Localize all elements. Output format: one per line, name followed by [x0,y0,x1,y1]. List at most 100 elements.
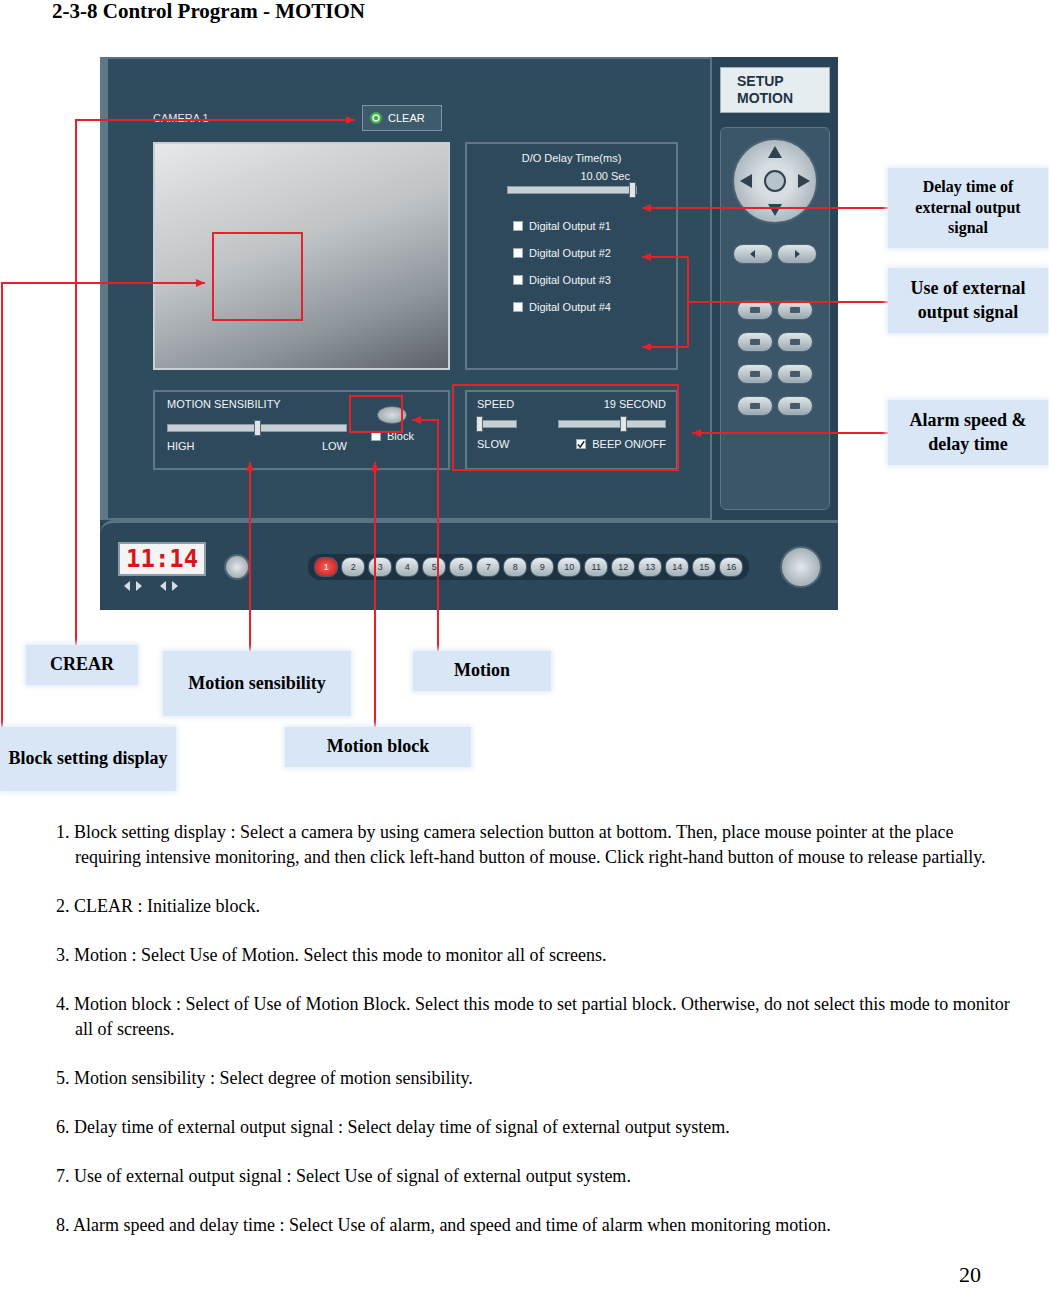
instruction-item: 6. Delay time of external output signal … [56,1115,1021,1140]
callout-label: CREAR [26,645,138,685]
function-icon [748,305,762,315]
function-row [737,364,813,384]
camera-button[interactable]: 13 [638,557,662,577]
slider-thumb[interactable] [629,182,636,198]
camera-view[interactable] [153,142,450,370]
output-checkbox-row[interactable]: Digital Output #3 [513,274,664,286]
output-checkbox[interactable] [513,221,523,231]
camera-button[interactable]: 2 [341,557,365,577]
speed-slider[interactable] [477,420,517,428]
header-row: CAMERA 1CLEAR [153,104,680,132]
instruction-item: 7. Use of external output signal : Selec… [56,1164,1021,1189]
camera-button[interactable]: 1 [314,557,338,577]
function-button[interactable] [777,396,813,416]
control-buttons [720,127,830,510]
instruction-item: 5. Motion sensibility : Select degree of… [56,1066,1021,1091]
speaker-button[interactable] [224,554,250,580]
slider-thumb[interactable] [476,416,483,432]
camera-buttons: 12345678910111213141516 [308,554,749,580]
callout-label: Use of external output signal [888,268,1048,333]
function-button[interactable] [737,396,773,416]
block-checkbox-row[interactable]: Block [371,430,414,442]
delay-title: D/O Delay Time(ms) [522,152,622,164]
bottom-bar: 11:1412345678910111213141516 [100,520,838,610]
camera-button[interactable]: 16 [719,557,743,577]
camera-button[interactable]: 14 [665,557,689,577]
slider-thumb[interactable] [620,416,627,432]
function-icon [748,401,762,411]
output-panel: D/O Delay Time(ms) 10.00 Sec Digital Outpu… [465,142,678,370]
clock: 11:14 [118,542,206,576]
function-icon [788,337,802,347]
output-checkbox[interactable] [513,275,523,285]
callout-label: Motion [413,651,551,691]
alarm-panel: SPEEDSLOW19 SECONDBEEP ON/OFF [465,390,678,470]
instruction-list: 1. Block setting display : Select a came… [56,820,1021,1262]
beep-checkbox-row[interactable]: BEEP ON/OFF [576,438,666,450]
output-checkbox[interactable] [513,248,523,258]
function-icon [748,337,762,347]
function-button[interactable] [737,300,773,320]
left-arrow-icon [748,248,758,260]
function-icon [788,305,802,315]
previous-button[interactable] [733,244,773,264]
function-button[interactable] [737,332,773,352]
page-number: 20 [0,1262,1049,1288]
tick-icon [577,440,585,449]
function-button[interactable] [737,364,773,384]
top-area: CAMERA 1CLEAR D/O Delay Time(ms) 10.00 Sec… [100,57,838,520]
function-button[interactable] [777,364,813,384]
instruction-item: 2. CLEAR : Initialize block. [56,894,1021,919]
block-checkbox[interactable] [371,431,381,441]
right-arrow-icon [792,248,802,260]
camera-button[interactable]: 9 [530,557,554,577]
sensibility-panel: MOTION SENSIBILITY HIGH LOW Block [153,390,450,470]
motion-button[interactable] [377,406,407,424]
side-panel: SETUPMOTION [712,57,838,520]
function-icon [788,401,802,411]
output-checkbox-row[interactable]: Digital Output #1 [513,220,664,232]
function-button[interactable] [777,332,813,352]
direction-pad[interactable] [732,138,818,224]
slider-thumb[interactable] [254,420,261,436]
next-button[interactable] [777,244,817,264]
function-icon [788,369,802,379]
playback-arrows-icon[interactable] [122,580,202,592]
callout-label: Block setting display [0,727,176,791]
camera-label: CAMERA 1 [153,112,362,124]
camera-button[interactable]: 15 [692,557,716,577]
delay-reading: 10.00 Sec [580,170,630,182]
camera-button[interactable]: 5 [422,557,446,577]
camera-button[interactable]: 10 [557,557,581,577]
camera-button[interactable]: 8 [503,557,527,577]
function-row [737,332,813,352]
output-checkbox[interactable] [513,302,523,312]
camera-button[interactable]: 4 [395,557,419,577]
annotated-figure: CAMERA 1CLEAR D/O Delay Time(ms) 10.00 Sec… [0,40,1049,800]
camera-button[interactable]: 12 [611,557,635,577]
power-button[interactable] [780,546,822,588]
navigation-row [733,244,817,264]
callout-label: Alarm speed & delay time [888,400,1048,465]
high-label: HIGH [167,440,195,452]
clear-button[interactable]: CLEAR [362,105,442,131]
camera-button[interactable]: 6 [449,557,473,577]
camera-button[interactable]: 7 [476,557,500,577]
alarm-delay-slider[interactable] [558,420,666,428]
camera-button[interactable]: 11 [584,557,608,577]
app-screenshot: CAMERA 1CLEAR D/O Delay Time(ms) 10.00 Sec… [100,57,838,610]
instruction-item: 1. Block setting display : Select a came… [56,820,1021,870]
beep-checkbox[interactable] [576,439,586,449]
function-button[interactable] [777,300,813,320]
function-row [737,300,813,320]
delay-slider[interactable] [507,186,637,194]
sensibility-slider[interactable] [167,424,347,432]
output-checkbox-row[interactable]: Digital Output #2 [513,247,664,259]
callout-label: Motion block [285,727,471,767]
output-list: Digital Output #1 Digital Output #2 Digita… [479,220,664,313]
output-checkbox-row[interactable]: Digital Output #4 [513,301,664,313]
low-label: LOW [322,440,347,452]
sensibility-title: MOTION SENSIBILITY [167,398,357,410]
camera-button[interactable]: 3 [368,557,392,577]
instruction-item: 4. Motion block : Select of Use of Motio… [56,992,1021,1042]
